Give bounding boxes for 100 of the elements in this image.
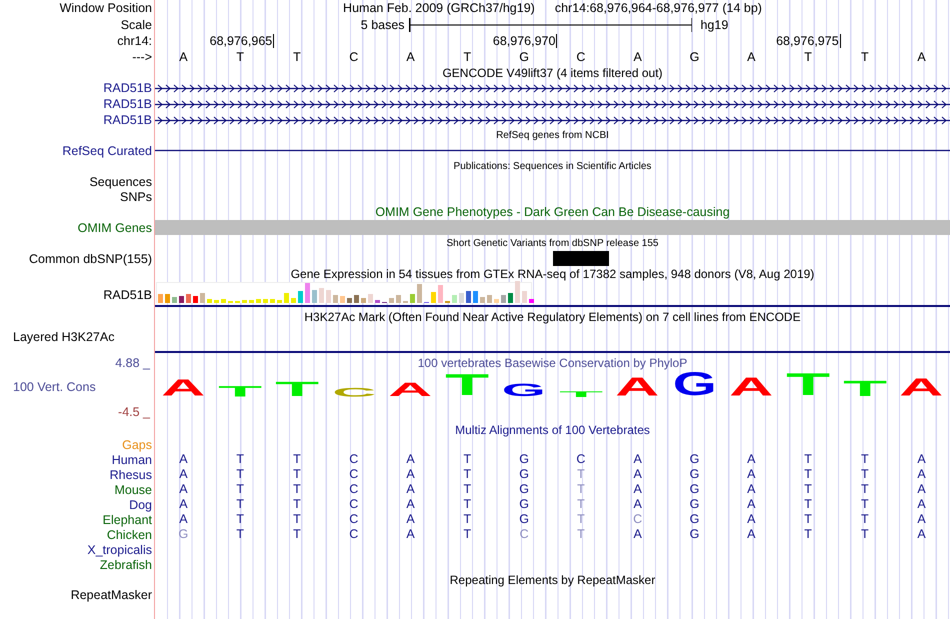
species-label[interactable]: Dog (129, 498, 152, 512)
alignment-base: C (349, 467, 358, 482)
track-title: GENCODE V49lift37 (4 items filtered out) (442, 66, 663, 80)
base-letter: G (690, 50, 700, 64)
logo-letter: T (274, 383, 319, 398)
alignment-base: T (236, 482, 244, 497)
alignment-base: C (349, 527, 358, 542)
base-letter: T (860, 50, 869, 64)
alignment-base: A (747, 482, 756, 497)
species-label[interactable]: Chicken (106, 528, 152, 542)
logo-letter: C (332, 389, 376, 398)
alignment-base: A (747, 467, 756, 482)
alignment-base: G (519, 512, 529, 527)
alignment-base: T (860, 527, 869, 542)
species-label[interactable]: Zebrafish (100, 558, 152, 572)
track-label[interactable]: 100 Vert. Cons (13, 380, 96, 394)
alignment-base: T (463, 527, 472, 542)
alignment-base: A (747, 497, 756, 512)
track-label[interactable]: Layered H3K27Ac (13, 330, 114, 344)
gene-feature[interactable] (155, 116, 950, 124)
track-label[interactable]: RefSeq Curated (62, 144, 152, 158)
gene-feature[interactable] (155, 100, 950, 108)
alignment-base: A (917, 452, 926, 467)
alignment-base: A (634, 452, 642, 467)
track-label[interactable]: SNPs (120, 190, 152, 204)
alignment-base: T (463, 482, 472, 497)
base-letter: T (463, 50, 472, 64)
track-title: H3K27Ac Mark (Often Found Near Active Regulatory Elements) on 7 cell lines from ENCODE (304, 310, 801, 324)
alignment-base: G (690, 512, 700, 527)
alignment-base: T (577, 512, 585, 527)
scale-length: 5 bases (360, 18, 405, 32)
track-label[interactable]: Common dbSNP(155) (29, 252, 152, 266)
alignment-base: A (747, 527, 756, 542)
expression-bars-drawing[interactable] (156, 282, 532, 303)
logo-letter: G (672, 374, 716, 398)
alignment-base: C (349, 497, 358, 512)
track-title: Publications: Sequences in Scientific Articles (454, 160, 652, 172)
alignment-base: G (690, 482, 700, 497)
alignment-base: C (349, 482, 358, 497)
species-label[interactable]: Mouse (114, 482, 152, 496)
track-label[interactable]: RAD51B (103, 113, 152, 127)
alignment-base: C (349, 512, 358, 527)
alignment-base: A (917, 512, 926, 527)
base-letter: A (634, 50, 642, 64)
track-label[interactable]: RepeatMasker (70, 588, 152, 602)
alignment-base: T (804, 512, 812, 527)
alignment-base: T (804, 497, 812, 512)
strand-label: ---> (132, 50, 152, 64)
logo-letter: T (218, 387, 262, 398)
alignment-base: T (236, 452, 244, 467)
alignment-base: T (236, 512, 244, 527)
gene-feature[interactable] (155, 84, 950, 92)
species-label[interactable]: Rhesus (110, 468, 152, 482)
alignment-base: T (860, 497, 869, 512)
track-label[interactable]: Sequences (89, 174, 152, 188)
track-label[interactable]: RAD51B (103, 81, 152, 95)
alignment-base: G (690, 497, 700, 512)
base-letter: A (747, 50, 756, 64)
alignment-base: T (577, 497, 585, 512)
base-letter: T (236, 50, 244, 64)
base-letter: C (576, 50, 586, 64)
species-label[interactable]: Elephant (102, 512, 152, 526)
track-label[interactable]: RAD51B (103, 288, 152, 302)
alignment-base: T (860, 482, 869, 497)
alignment-base: A (179, 467, 188, 482)
alignment-base: A (634, 482, 642, 497)
species-label[interactable]: Human (112, 452, 152, 466)
alignment-base: A (406, 497, 415, 512)
base-letter: A (917, 50, 926, 64)
assembly-name: Human Feb. 2009 (GRCh37/hg19) (343, 1, 535, 15)
alignment-base: G (519, 467, 529, 482)
track-title: Repeating Elements by RepeatMasker (450, 572, 656, 586)
species-label[interactable]: X_tropicalis (87, 542, 152, 556)
alignment-base: G (690, 467, 700, 482)
gene-feature-line[interactable] (155, 149, 950, 152)
logo-letter: G (502, 385, 546, 398)
alignment-base: A (917, 482, 926, 497)
track-title: Gene Expression in 54 tissues from GTEx RNA-seq of 17382 samples, 948 donors (V8, Aug 2019) (290, 267, 814, 281)
alignment-base: A (179, 497, 188, 512)
base-letter: T (804, 50, 812, 64)
alignment-base: A (406, 482, 415, 497)
logo-letter: A (900, 380, 944, 398)
base-letter: C (349, 50, 358, 64)
alignment-base: A (917, 527, 926, 542)
row-label: Scale (120, 18, 152, 32)
alignment-base: G (690, 452, 700, 467)
alignment-base: T (293, 452, 301, 467)
alignment-base: T (293, 467, 301, 482)
assembly-label: hg19 (700, 18, 728, 32)
alignment-base: A (634, 527, 642, 542)
row-label: Window Position (60, 1, 152, 15)
alignment-base: A (179, 482, 188, 497)
track-label[interactable]: RAD51B (103, 97, 152, 111)
alignment-base: A (406, 512, 415, 527)
track-label[interactable]: OMIM Genes (78, 221, 152, 235)
base-letter: A (179, 50, 188, 64)
alignment-base: A (406, 467, 415, 482)
alignment-base: T (860, 512, 869, 527)
track-title: Multiz Alignments of 100 Vertebrates (455, 423, 650, 437)
base-letter: T (293, 50, 301, 64)
